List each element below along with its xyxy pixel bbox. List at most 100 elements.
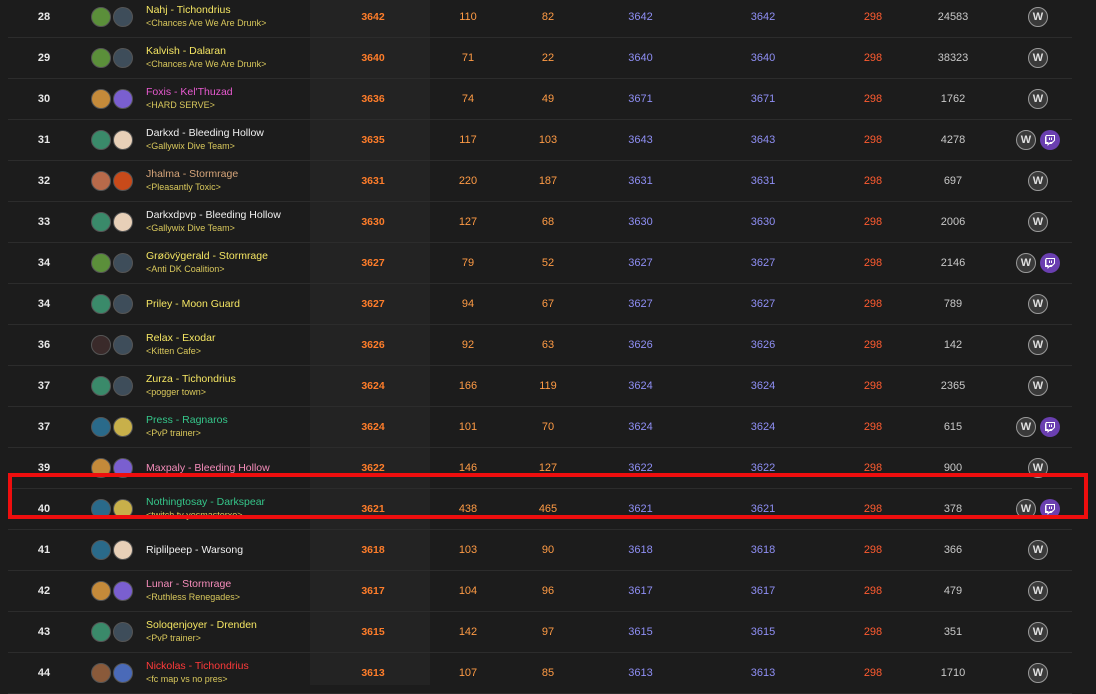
player-cell[interactable]: Press - Ragnaros <PvP trainer>	[146, 407, 346, 447]
table-row[interactable]: 34 Priley - Moon Guard 3627 94 67 3627 3…	[8, 284, 1072, 325]
portraits	[91, 284, 139, 324]
season-value: 298	[863, 544, 883, 556]
wow-armory-icon[interactable]: W	[1028, 335, 1048, 355]
table-row[interactable]: 33 Darkxdpvp - Bleeding Hollow <Gallywix…	[8, 202, 1072, 243]
wow-armory-icon[interactable]: W	[1028, 294, 1048, 314]
season-value: 298	[863, 585, 883, 597]
table-row[interactable]: 43 Soloqenjoyer - Drenden <PvP trainer> …	[8, 612, 1072, 653]
player-name-link[interactable]: Grøövÿgerald - Stormrage	[146, 250, 268, 263]
wow-armory-icon[interactable]: W	[1016, 253, 1036, 273]
games-lost: 22	[541, 52, 555, 64]
player-cell[interactable]: Soloqenjoyer - Drenden <PvP trainer>	[146, 612, 346, 652]
guild-name: <Ruthless Renegades>	[146, 592, 241, 602]
wow-armory-icon[interactable]: W	[1028, 376, 1048, 396]
table-row[interactable]: 28 Nahj - Tichondrius <Chances Are We Ar…	[8, 0, 1072, 38]
player-name-link[interactable]: Darkxdpvp - Bleeding Hollow	[146, 209, 281, 222]
player-cell[interactable]: Priley - Moon Guard	[146, 284, 346, 324]
player-name-link[interactable]: Jhalma - Stormrage	[146, 168, 238, 181]
player-cell[interactable]: Nickolas - Tichondrius <fc map vs no pre…	[146, 653, 346, 693]
table-row[interactable]: 42 Lunar - Stormrage <Ruthless Renegades…	[8, 571, 1072, 612]
season-value: 298	[863, 257, 883, 269]
player-name-link[interactable]: Foxis - Kel'Thuzad	[146, 86, 233, 99]
table-row[interactable]: 37 Press - Ragnaros <PvP trainer> 3624 1…	[8, 407, 1072, 448]
race-portrait-icon	[91, 294, 111, 314]
spec-icon	[113, 253, 133, 273]
rating: 3631	[361, 175, 385, 187]
games-won: 71	[461, 52, 475, 64]
guild-name: <Pleasantly Toxic>	[146, 182, 221, 192]
spec-icon	[113, 335, 133, 355]
games-won: 79	[461, 257, 475, 269]
rank: 29	[37, 52, 51, 64]
profile-links: W	[1008, 0, 1068, 37]
player-cell[interactable]: Jhalma - Stormrage <Pleasantly Toxic>	[146, 161, 346, 201]
rating: 3642	[361, 11, 385, 23]
achievement-points: 1710	[940, 667, 966, 679]
achievement-points: 615	[943, 421, 963, 433]
table-row[interactable]: 37 Zurza - Tichondrius <pogger town> 362…	[8, 366, 1072, 407]
achievement-points: 789	[943, 298, 963, 310]
wow-armory-icon[interactable]: W	[1028, 48, 1048, 68]
wow-armory-icon[interactable]: W	[1028, 171, 1048, 191]
spec-icon	[113, 622, 133, 642]
table-row[interactable]: 36 Relax - Exodar <Kitten Cafe> 3626 92 …	[8, 325, 1072, 366]
table-row[interactable]: 34 Grøövÿgerald - Stormrage <Anti DK Coa…	[8, 243, 1072, 284]
wow-armory-icon[interactable]: W	[1028, 622, 1048, 642]
player-cell[interactable]: Kalvish - Dalaran <Chances Are We Are Dr…	[146, 38, 346, 78]
table-row[interactable]: 32 Jhalma - Stormrage <Pleasantly Toxic>…	[8, 161, 1072, 202]
player-cell[interactable]: Foxis - Kel'Thuzad <HARD SERVE>	[146, 79, 346, 119]
wow-armory-icon[interactable]: W	[1028, 212, 1048, 232]
player-name-link[interactable]: Riplilpeep - Warsong	[146, 544, 243, 557]
player-name-link[interactable]: Nickolas - Tichondrius	[146, 660, 249, 673]
wow-armory-icon[interactable]: W	[1016, 417, 1036, 437]
profile-links: W	[1008, 530, 1068, 570]
wow-armory-icon[interactable]: W	[1028, 89, 1048, 109]
table-row[interactable]: 29 Kalvish - Dalaran <Chances Are We Are…	[8, 38, 1072, 79]
player-cell[interactable]: Darkxdpvp - Bleeding Hollow <Gallywix Di…	[146, 202, 346, 242]
table-row[interactable]: 30 Foxis - Kel'Thuzad <HARD SERVE> 3636 …	[8, 79, 1072, 120]
rating: 3630	[361, 216, 385, 228]
player-cell[interactable]: Darkxd - Bleeding Hollow <Gallywix Dive …	[146, 120, 346, 160]
current-rating: 3627	[628, 298, 653, 310]
player-cell[interactable]: Riplilpeep - Warsong	[146, 530, 346, 570]
rating: 3627	[361, 298, 385, 310]
player-name-link[interactable]: Relax - Exodar	[146, 332, 215, 345]
player-cell[interactable]: Lunar - Stormrage <Ruthless Renegades>	[146, 571, 346, 611]
player-name-link[interactable]: Darkxd - Bleeding Hollow	[146, 127, 264, 140]
player-cell[interactable]: Grøövÿgerald - Stormrage <Anti DK Coalit…	[146, 243, 346, 283]
player-name-link[interactable]: Lunar - Stormrage	[146, 578, 231, 591]
player-name-link[interactable]: Nahj - Tichondrius	[146, 4, 231, 17]
player-name-link[interactable]: Press - Ragnaros	[146, 414, 228, 427]
player-name-link[interactable]: Priley - Moon Guard	[146, 298, 240, 311]
player-cell[interactable]: Nahj - Tichondrius <Chances Are We Are D…	[146, 0, 346, 37]
wow-armory-icon[interactable]: W	[1028, 540, 1048, 560]
player-name-link[interactable]: Kalvish - Dalaran	[146, 45, 226, 58]
twitch-icon[interactable]	[1040, 417, 1060, 437]
season-value: 298	[863, 52, 883, 64]
profile-links: W	[1008, 243, 1068, 283]
wow-armory-icon[interactable]: W	[1028, 663, 1048, 683]
table-row[interactable]: 41 Riplilpeep - Warsong 3618 103 90 3618…	[8, 530, 1072, 571]
table-row[interactable]: 44 Nickolas - Tichondrius <fc map vs no …	[8, 653, 1072, 694]
wow-armory-icon[interactable]: W	[1028, 581, 1048, 601]
wow-armory-icon[interactable]: W	[1016, 130, 1036, 150]
achievement-points: 2006	[940, 216, 966, 228]
race-portrait-icon	[91, 171, 111, 191]
twitch-icon[interactable]	[1040, 253, 1060, 273]
portraits	[91, 612, 139, 652]
player-name-link[interactable]: Soloqenjoyer - Drenden	[146, 619, 257, 632]
player-cell[interactable]: Relax - Exodar <Kitten Cafe>	[146, 325, 346, 365]
current-rating: 3624	[628, 380, 653, 392]
highest-rating: 3631	[750, 175, 776, 187]
player-name-link[interactable]: Zurza - Tichondrius	[146, 373, 236, 386]
player-cell[interactable]: Zurza - Tichondrius <pogger town>	[146, 366, 346, 406]
wow-armory-icon[interactable]: W	[1028, 7, 1048, 27]
table-row[interactable]: 31 Darkxd - Bleeding Hollow <Gallywix Di…	[8, 120, 1072, 161]
season-value: 298	[863, 380, 883, 392]
spec-icon	[113, 212, 133, 232]
games-won: 74	[461, 93, 475, 105]
twitch-icon[interactable]	[1040, 130, 1060, 150]
current-rating: 3642	[628, 11, 653, 23]
race-portrait-icon	[91, 89, 111, 109]
portraits	[91, 202, 139, 242]
